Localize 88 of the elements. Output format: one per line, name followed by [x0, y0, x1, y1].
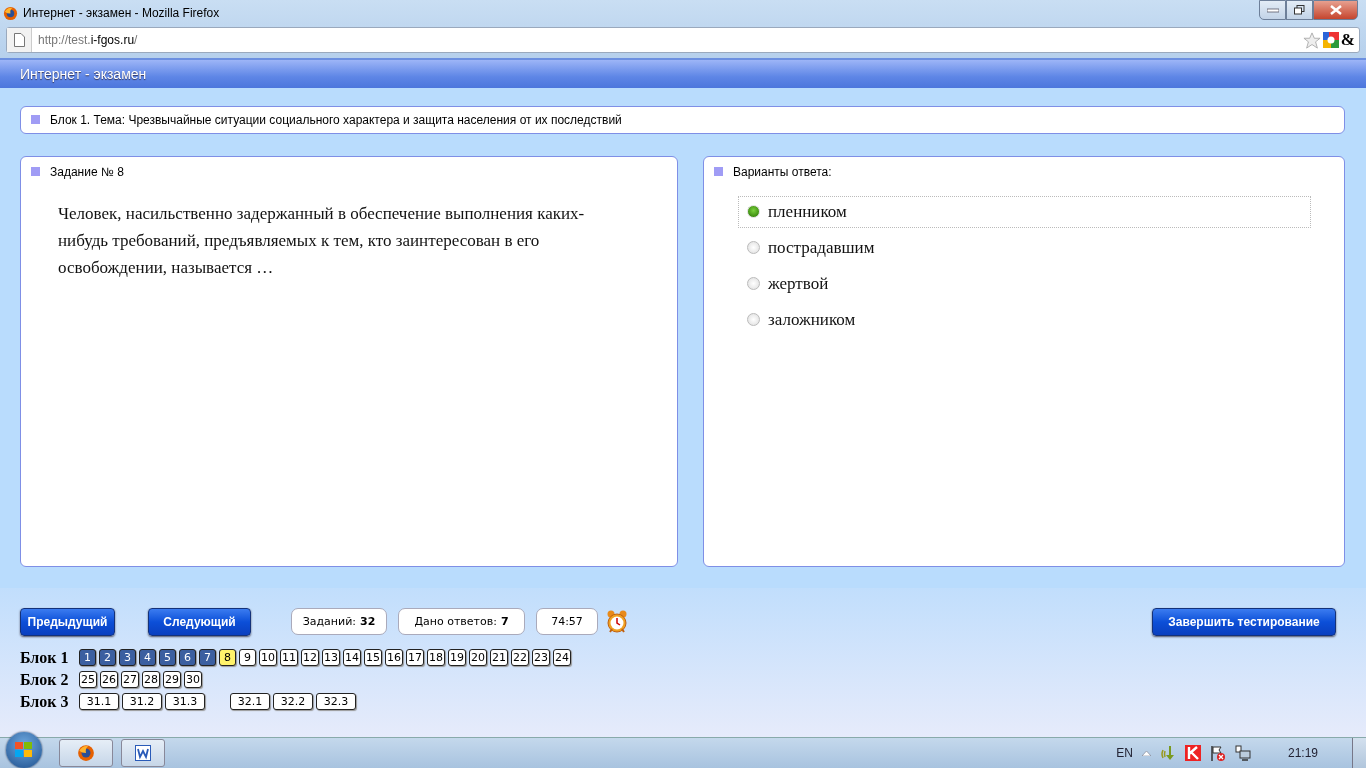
network-icon[interactable] [1234, 745, 1251, 761]
block-label: Блок 3 [20, 692, 70, 711]
show-desktop-button[interactable] [1352, 738, 1366, 768]
address-bar[interactable]: http://test.i-fgos.ru/ & [6, 27, 1360, 53]
question-number-button[interactable]: 28 [142, 671, 160, 689]
question-number-button[interactable]: 31.3 [165, 693, 205, 711]
page-icon [13, 33, 25, 47]
answer-option[interactable]: заложником [738, 303, 1311, 336]
radio-button[interactable] [747, 277, 760, 291]
answer-option[interactable]: жертвой [738, 267, 1311, 300]
radio-button[interactable] [747, 205, 760, 219]
answer-option[interactable]: пострадавшим [738, 231, 1311, 264]
question-number-button[interactable]: 3 [119, 649, 136, 667]
question-number-button[interactable]: 13 [322, 649, 340, 667]
restore-icon [1294, 5, 1305, 15]
radio-button[interactable] [747, 241, 760, 255]
question-number-button[interactable]: 9 [239, 649, 256, 667]
show-hidden-icons-icon[interactable] [1141, 750, 1151, 756]
block-topic-text: Блок 1. Тема: Чрезвычайные ситуации социального характера и защита населения от их последствий [50, 112, 622, 127]
firefox-logo-icon [77, 744, 95, 762]
question-number-button[interactable]: 31.2 [122, 693, 162, 711]
task-heading: Задание № 8 [50, 164, 124, 179]
question-number-button[interactable]: 7 [199, 649, 216, 667]
window-title: Интернет - экзамен - Mozilla Firefox [23, 6, 220, 20]
ampersand-icon[interactable]: & [1340, 30, 1355, 50]
question-number-button[interactable]: 32.2 [273, 693, 313, 711]
timer-badge: 74:57 [536, 608, 598, 636]
windows-logo-icon [14, 741, 34, 759]
question-number-button[interactable]: 24 [553, 649, 571, 667]
minimize-icon [1266, 7, 1279, 13]
question-number-button[interactable]: 19 [448, 649, 466, 667]
question-number-button[interactable]: 5 [159, 649, 176, 667]
taskbar-word-button[interactable] [121, 739, 165, 767]
firefox-logo-icon [3, 5, 18, 21]
page-header-title: Интернет - экзамен [20, 65, 147, 82]
alarm-clock-icon [606, 609, 628, 634]
question-number-button[interactable]: 15 [364, 649, 382, 667]
start-button[interactable] [6, 732, 42, 768]
question-number-button[interactable]: 23 [532, 649, 550, 667]
question-number-button[interactable]: 14 [343, 649, 361, 667]
question-number-button[interactable]: 30 [184, 671, 202, 689]
close-button[interactable] [1313, 0, 1358, 20]
question-number-button[interactable]: 12 [301, 649, 319, 667]
answered-count-badge: Дано ответов: 7 [398, 608, 525, 636]
question-text: Человек, насильственно задержанный в обеспечение выполнения каких-нибудь требований, предъявляемых к тем, кто заинтересован в его освобождении, называется … [58, 202, 586, 279]
question-number-button[interactable]: 22 [511, 649, 529, 667]
taskbar-firefox-button[interactable] [59, 739, 113, 767]
answer-option[interactable]: пленником [738, 195, 1311, 228]
bullet-square-icon [714, 167, 723, 177]
flag-warning-icon[interactable] [1209, 744, 1226, 762]
question-number-button[interactable]: 26 [100, 671, 118, 689]
previous-button[interactable]: Предыдущий [20, 607, 115, 636]
radio-button[interactable] [747, 313, 760, 327]
question-number-button[interactable]: 31.1 [79, 693, 119, 711]
question-number-button[interactable]: 21 [490, 649, 508, 667]
bookmark-star-icon[interactable] [1302, 31, 1321, 49]
restore-button[interactable] [1286, 0, 1313, 20]
question-number-button[interactable]: 32.1 [230, 693, 270, 711]
question-number-button[interactable]: 11 [280, 649, 298, 667]
block-label: Блок 2 [20, 670, 70, 689]
question-number-button[interactable]: 27 [121, 671, 139, 689]
question-number-button[interactable]: 16 [385, 649, 403, 667]
finish-test-button[interactable]: Завершить тестирование [1152, 607, 1336, 636]
block-label: Блок 1 [20, 648, 70, 667]
url-text: http://test.i-fgos.ru/ [37, 33, 139, 47]
question-number-button[interactable]: 6 [179, 649, 196, 667]
question-number-button[interactable]: 32.3 [316, 693, 356, 711]
taskbar-clock: 21:19 [1287, 746, 1318, 760]
google-toolbar-icon[interactable] [1322, 32, 1339, 48]
question-number-button[interactable]: 29 [163, 671, 181, 689]
next-button[interactable]: Следующий [148, 607, 251, 636]
question-number-button[interactable]: 20 [469, 649, 487, 667]
antivirus-k-icon[interactable] [1184, 745, 1201, 761]
question-number-button[interactable]: 17 [406, 649, 424, 667]
question-number-button[interactable]: 4 [139, 649, 156, 667]
language-indicator[interactable]: EN [1116, 746, 1133, 760]
question-number-button[interactable]: 25 [79, 671, 97, 689]
word-document-icon [135, 745, 151, 761]
bullet-square-icon [31, 167, 40, 177]
close-icon [1329, 5, 1342, 15]
question-number-button[interactable]: 10 [259, 649, 277, 667]
bullet-square-icon [31, 115, 40, 125]
question-number-button[interactable]: 8 [219, 649, 236, 667]
question-number-button[interactable]: 2 [99, 649, 116, 667]
question-number-button[interactable]: 1 [79, 649, 96, 667]
answers-heading: Варианты ответа: [733, 164, 832, 179]
tasks-count-badge: Заданий: 32 [291, 608, 387, 636]
question-number-button[interactable]: 18 [427, 649, 445, 667]
